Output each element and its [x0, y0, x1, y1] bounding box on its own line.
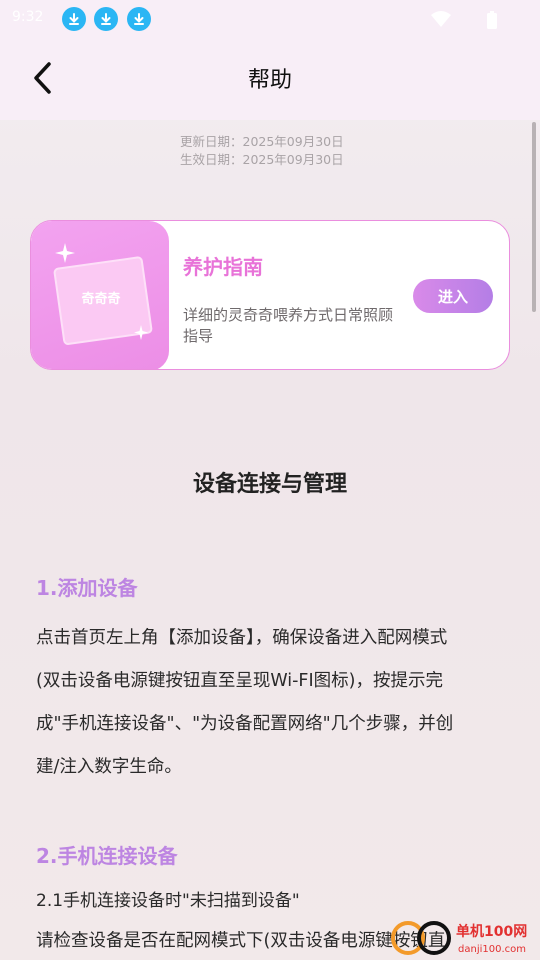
- battery-icon: [486, 10, 498, 30]
- watermark-url: danji100.com: [458, 944, 526, 955]
- wifi-icon: [430, 10, 452, 28]
- care-guide-image: 奇奇奇: [31, 221, 169, 369]
- paragraph-line: 成"手机连接设备"、"为设备配置网络"几个步骤，并创: [36, 714, 454, 734]
- status-bar: 9:32: [0, 0, 540, 40]
- paragraph-line: 点击首页左上角【添加设备】，确保设备进入配网模式: [36, 628, 448, 648]
- app-header: 帮助: [0, 40, 540, 120]
- section-2-heading: 2.手机连接设备: [36, 844, 178, 868]
- enter-button-label: 进入: [437, 287, 468, 306]
- download-icon: [94, 7, 118, 31]
- paragraph-line: 建/注入数字生命。: [36, 757, 182, 777]
- section-title: 设备连接与管理: [192, 472, 347, 497]
- section-1-paragraph: 点击首页左上角【添加设备】，确保设备进入配网模式 (双击设备电源键按钮直至呈现W…: [36, 617, 522, 789]
- care-guide-card[interactable]: 奇奇奇 养护指南 详细的灵奇奇喂养方式日常照顾指导 进入: [30, 220, 510, 370]
- enter-button[interactable]: 进入: [413, 279, 493, 313]
- watermark-logo: 单机100网 danji100.com: [390, 914, 540, 960]
- paragraph-line: (双击设备电源键按钮直至呈现Wi-FI图标)，按提示完: [36, 671, 443, 691]
- section-2-subheading: 2.1手机连接设备时"未扫描到设备": [36, 891, 300, 911]
- download-icon: [127, 7, 151, 31]
- card-image-label: 奇奇奇: [81, 291, 120, 307]
- card-description: 详细的灵奇奇喂养方式日常照顾指导: [183, 306, 394, 345]
- card-title: 养护指南: [183, 255, 263, 279]
- status-time: 9:32: [12, 9, 44, 25]
- page-title: 帮助: [247, 68, 292, 93]
- updated-date: 更新日期：2025年09月30日: [180, 134, 344, 149]
- scrollbar[interactable]: [532, 122, 536, 312]
- download-icon: [62, 7, 86, 31]
- watermark-text: 单机100网: [456, 923, 527, 940]
- section-1-heading: 1.添加设备: [36, 576, 138, 600]
- effective-date: 生效日期：2025年09月30日: [180, 152, 344, 167]
- date-info: 更新日期：2025年09月30日 生效日期：2025年09月30日: [180, 133, 344, 169]
